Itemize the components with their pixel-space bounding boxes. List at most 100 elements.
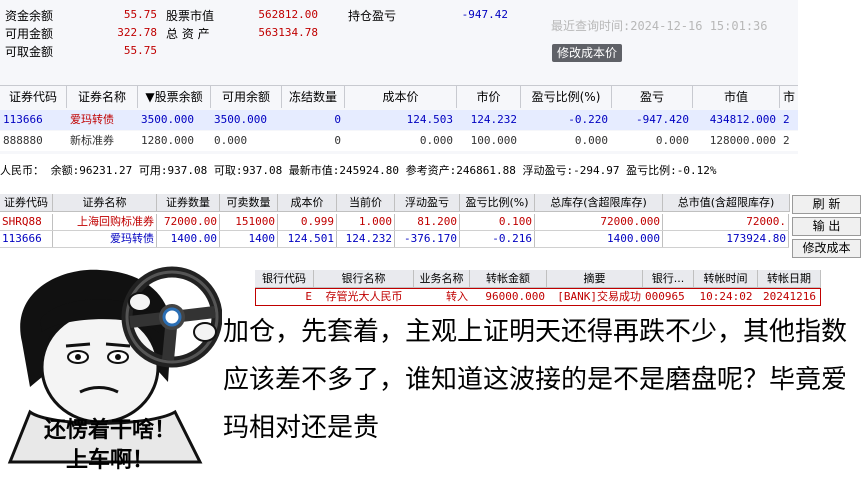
query-time: 最近查询时间:2024-12-16 15:01:36 <box>551 19 768 33</box>
cell-float-pnl: -376.170 <box>395 231 460 247</box>
summary-strip: 人民币： 余额:96231.27 可用:937.08 可取:937.08 最新市… <box>0 157 861 185</box>
cell-pnl: -947.420 <box>636 113 689 126</box>
cell-market-value: 434812.000 <box>709 113 776 126</box>
cell-price: 100.000 <box>470 134 517 147</box>
cell-time: 10:24:02 <box>699 290 753 303</box>
fund-balance-value: 55.75 <box>123 8 157 21</box>
cell-code: 113666 <box>0 231 53 247</box>
col-header-inventory[interactable]: 总库存(含超限库存) <box>535 194 663 212</box>
cell-available: 0.000 <box>214 134 248 147</box>
stock-value: 562812.00 <box>258 8 318 21</box>
withdrawable-value: 55.75 <box>123 44 157 57</box>
cell-pnl-ratio: -0.220 <box>568 113 608 126</box>
position-pnl-value: -947.42 <box>461 8 508 21</box>
cell-pnl: 0.000 <box>655 134 689 147</box>
col-header-code[interactable]: 证券代码 <box>0 194 53 212</box>
modify-cost-button-2[interactable]: 修改成本 <box>792 239 861 258</box>
col-header-summary[interactable]: 摘要 <box>547 270 643 288</box>
col-header-stock-balance[interactable]: ▼股票余额 <box>138 86 211 108</box>
col-header-quantity[interactable]: 证券数量 <box>157 194 220 212</box>
cell-bank-serial: 000965 <box>645 290 685 303</box>
cell-cost: 124.501 <box>278 231 337 247</box>
cell-current: 124.232 <box>337 231 395 247</box>
cell-sellable: 1400 <box>220 231 278 247</box>
col-header-sellable[interactable]: 可卖数量 <box>220 194 278 212</box>
col-header-code[interactable]: 证券代码 <box>0 86 67 108</box>
cell-cost: 0.000 <box>419 134 453 147</box>
cell-bank-name: 存管光大人民币 <box>325 290 403 303</box>
cell-quantity: 72000.00 <box>157 214 220 230</box>
col-header-cost[interactable]: 成本价 <box>278 194 337 212</box>
cell-float-pnl: 81.200 <box>395 214 460 230</box>
col-header-bank-code[interactable]: 银行代码 <box>255 270 314 288</box>
col-header-name[interactable]: 证券名称 <box>53 194 157 212</box>
col-header-pnl-ratio[interactable]: 盈亏比例(%) <box>521 86 612 108</box>
col-header-pnl-ratio[interactable]: 盈亏比例(%) <box>460 194 535 212</box>
fund-balance-label: 资金余额 <box>5 9 54 23</box>
col-header-bank-name[interactable]: 银行名称 <box>314 270 414 288</box>
cell-amount: 96000.000 <box>485 290 545 303</box>
total-assets-value: 563134.78 <box>258 26 318 39</box>
meme-caption-line2: 上车啊！ <box>65 448 154 473</box>
col-header-bank-serial[interactable]: 银行... <box>643 270 694 288</box>
cell-code: SHRQ88 <box>0 214 53 230</box>
positions-panel: 证券代码 证券名称 证券数量 可卖数量 成本价 当前价 浮动盈亏 盈亏比例(%)… <box>0 192 861 256</box>
cell-market: 2 <box>783 134 790 147</box>
col-header-float-pnl[interactable]: 浮动盈亏 <box>395 194 460 212</box>
cell-pnl-ratio: 0.000 <box>574 134 608 147</box>
cell-price: 124.232 <box>470 113 517 126</box>
col-header-market-value[interactable]: 市值 <box>693 86 780 108</box>
cell-frozen: 0 <box>334 113 341 126</box>
col-header-business[interactable]: 业务名称 <box>414 270 470 288</box>
available-value: 322.78 <box>117 26 157 39</box>
account-panel: 资金余额 55.75 可用金额 322.78 可取金额 55.75 股票市值 5… <box>0 0 798 154</box>
cell-sellable: 151000 <box>220 214 278 230</box>
cell-total-value: 173924.80 <box>663 231 789 247</box>
cell-frozen: 0 <box>334 134 341 147</box>
cell-summary: [BANK]交易成功 <box>557 290 641 303</box>
cell-cost: 124.503 <box>406 113 453 126</box>
cell-name: 新标准券 <box>70 134 114 147</box>
cell-cost: 0.999 <box>278 214 337 230</box>
col-header-pnl[interactable]: 盈亏 <box>612 86 693 108</box>
cell-code: 888880 <box>3 134 43 147</box>
export-button[interactable]: 输 出 <box>792 217 861 236</box>
cell-pnl-ratio: -0.216 <box>460 231 535 247</box>
cell-available: 3500.000 <box>214 113 267 126</box>
col-header-cost[interactable]: 成本价 <box>345 86 457 108</box>
stock-value-label: 股票市值 <box>166 9 215 23</box>
cell-bank-code: E <box>305 290 312 303</box>
cell-market-value: 128000.000 <box>709 134 776 147</box>
col-header-available[interactable]: 可用余额 <box>211 86 282 108</box>
refresh-button[interactable]: 刷 新 <box>792 195 861 214</box>
cell-name: 爱玛转债 <box>53 231 157 247</box>
position-pnl-label: 持仓盈亏 <box>348 9 397 23</box>
cell-name: 爱玛转债 <box>70 113 114 126</box>
post-caption: 加仓，先套着，主观上证明天还得再跌不少，其他指数应该差不多了，谁知道这波接的是不… <box>223 317 848 443</box>
cell-name: 上海回购标准券 <box>53 214 157 230</box>
col-header-current[interactable]: 当前价 <box>337 194 395 212</box>
col-header-market[interactable]: 市 <box>780 86 798 108</box>
cell-inventory: 72000.000 <box>535 214 663 230</box>
col-header-price[interactable]: 市价 <box>457 86 521 108</box>
col-header-amount[interactable]: 转帐金额 <box>470 270 547 288</box>
meme-sticker: 还愣着干啥！ 上车啊！ <box>0 262 223 474</box>
col-header-frozen[interactable]: 冻结数量 <box>282 86 345 108</box>
available-label: 可用金额 <box>5 27 54 41</box>
cell-code: 113666 <box>3 113 43 126</box>
col-header-name[interactable]: 证券名称 <box>67 86 138 108</box>
modify-cost-button[interactable]: 修改成本价 <box>552 44 622 62</box>
total-assets-label: 总 资 产 <box>166 27 210 41</box>
cell-market: 2 <box>783 113 790 126</box>
cell-date: 20241216 <box>763 290 816 303</box>
cell-total-value: 72000. <box>663 214 789 230</box>
cell-quantity: 1400.00 <box>157 231 220 247</box>
col-header-total-value[interactable]: 总市值(含超限库存) <box>663 194 790 212</box>
cell-balance: 1280.000 <box>141 134 194 147</box>
col-header-date[interactable]: 转帐日期 <box>758 270 821 288</box>
meme-caption-line1: 还愣着干啥！ <box>43 418 176 443</box>
col-header-time[interactable]: 转帐时间 <box>694 270 758 288</box>
cell-pnl-ratio: 0.100 <box>460 214 535 230</box>
cell-balance: 3500.000 <box>141 113 194 126</box>
withdrawable-label: 可取金额 <box>5 45 54 59</box>
